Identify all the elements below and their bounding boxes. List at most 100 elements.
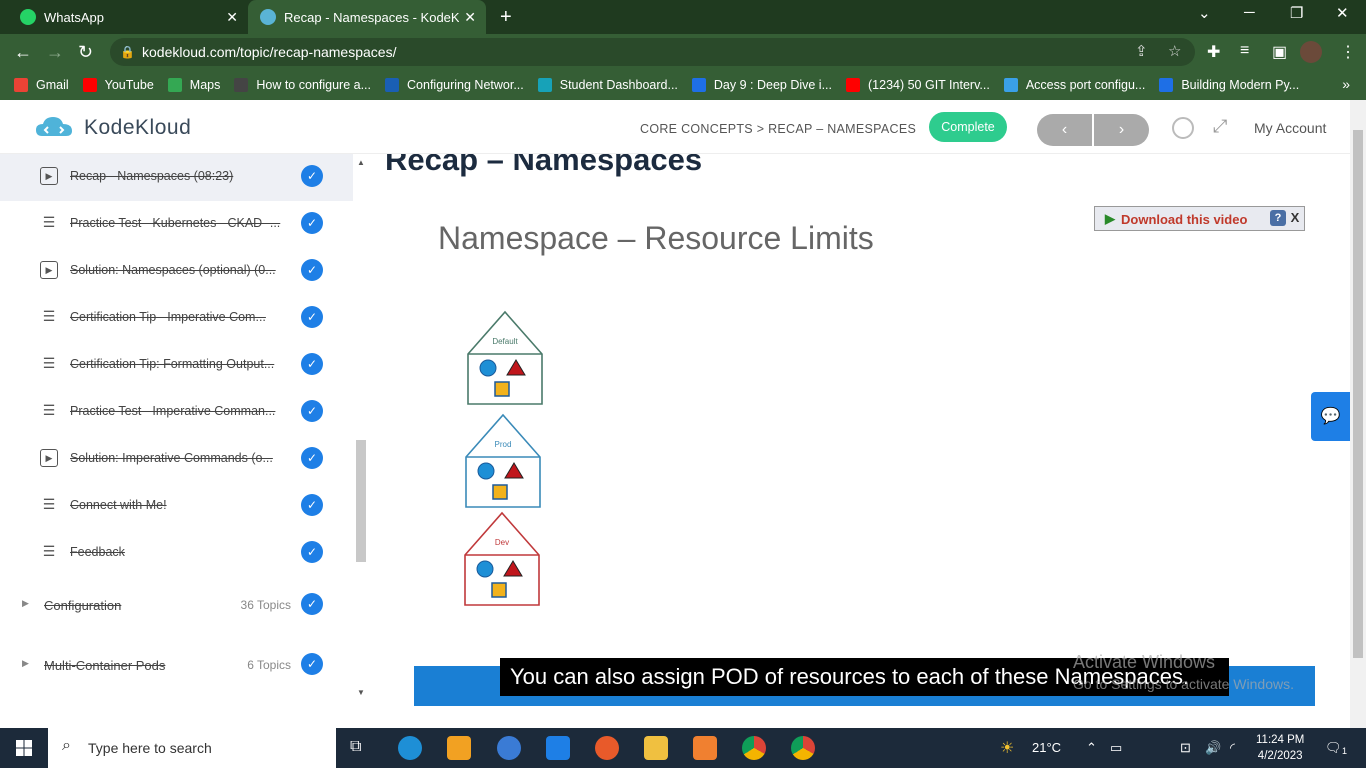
bookmark-star-icon[interactable]: ☆ [1168, 38, 1181, 66]
bookmark-item[interactable]: Day 9 : Deep Dive i... [691, 78, 832, 92]
sidebar-lesson-item[interactable]: ▶ Recap - Namespaces (08:23) ✓ [0, 154, 353, 201]
sidebar-scroll-thumb[interactable] [356, 440, 366, 562]
fullscreen-icon[interactable]: ⤢ [1213, 116, 1227, 137]
bookmark-item[interactable]: Student Dashboard... [537, 78, 678, 92]
sidebar-section[interactable]: ▶ Configuration 36 Topics ✓ [0, 584, 353, 634]
lesson-label: Connect with Me! [70, 498, 167, 512]
lesson-label: Certification Tip: Formatting Output... [70, 357, 275, 371]
close-window-icon[interactable]: ✕ [1336, 4, 1349, 22]
browser-toolbar: ← → ↻ 🔒 kodekloud.com/topic/recap-namesp… [0, 34, 1366, 70]
chat-button[interactable]: 💬 [1311, 392, 1350, 441]
edge-icon[interactable] [398, 736, 422, 760]
bookmark-label: Configuring Networ... [407, 78, 524, 92]
breadcrumb: CORE CONCEPTS > RECAP – NAMESPACES [640, 122, 917, 136]
previous-topic-button[interactable]: ‹ [1037, 114, 1092, 146]
expand-triangle-icon[interactable]: ▶ [22, 658, 29, 669]
sidebar-lesson-item[interactable]: ☰ Practice Test - Imperative Comman... ✓ [0, 389, 353, 436]
sidebar-lesson-item[interactable]: ☰ Connect with Me! ✓ [0, 483, 353, 530]
next-topic-button[interactable]: › [1094, 114, 1149, 146]
chrome-profile-icon[interactable] [791, 736, 815, 760]
tab-recap-namespaces[interactable]: Recap - Namespaces - KodeKlou ✕ [248, 0, 486, 34]
taskbar-search[interactable]: ⌕ Type here to search [48, 728, 336, 768]
bookmark-item[interactable]: Gmail [14, 78, 69, 92]
new-tab-button[interactable]: + [500, 6, 512, 29]
scroll-up-arrow-icon[interactable]: ▲ [357, 158, 365, 167]
close-icon[interactable]: X [1288, 210, 1302, 226]
bookmark-item[interactable]: YouTube [82, 78, 154, 92]
bookmark-item[interactable]: Configuring Networ... [385, 78, 524, 92]
windows-taskbar: ⌕ Type here to search ⧉ ☀ 21°C ⌃ ▭ ⊡ 🔊 ◜… [0, 728, 1366, 768]
windows-start-icon[interactable] [16, 740, 32, 756]
notifications-icon[interactable]: 🗨 [1325, 740, 1342, 756]
bookmark-icon [691, 78, 706, 92]
download-video-widget[interactable]: ▶ Download this video ? X [1094, 206, 1305, 231]
share-icon[interactable]: ⇪ [1135, 38, 1148, 66]
bookmark-item[interactable]: How to configure a... [234, 78, 371, 92]
scroll-down-arrow-icon[interactable]: ▼ [357, 688, 365, 697]
profile-avatar[interactable] [1300, 41, 1322, 63]
tray-expand-icon[interactable]: ⌃ [1086, 740, 1097, 756]
slide-title: Namespace – Resource Limits [438, 220, 874, 256]
sidebar-scrollbar[interactable]: ▲ ▼ [353, 154, 370, 728]
completed-check-icon: ✓ [301, 353, 323, 375]
app-icon[interactable] [497, 736, 521, 760]
restore-icon[interactable]: ❐ [1290, 4, 1303, 22]
sidebar-lesson-item[interactable]: ▶ Solution: Namespaces (optional) (0... ✓ [0, 248, 353, 295]
tab-whatsapp[interactable]: WhatsApp ✕ [8, 0, 248, 34]
forward-icon[interactable]: → [46, 42, 64, 63]
tab-search-icon[interactable]: ⌄ [1198, 4, 1211, 22]
sidebar-lesson-item[interactable]: ☰ Certification Tip: Formatting Output...… [0, 342, 353, 389]
sidebar-lesson-item[interactable]: ▶ Solution: Imperative Commands (o... ✓ [0, 436, 353, 483]
page-scrollbar[interactable] [1350, 100, 1366, 728]
kodekloud-logo-icon[interactable] [34, 114, 74, 142]
mail-icon[interactable] [546, 736, 570, 760]
wifi-icon[interactable]: ◜ [1230, 740, 1235, 756]
battery-icon[interactable]: ▭ [1110, 740, 1122, 756]
address-bar[interactable]: 🔒 kodekloud.com/topic/recap-namespaces/ … [110, 38, 1195, 66]
back-icon[interactable]: ← [14, 42, 32, 63]
chrome-icon[interactable] [742, 736, 766, 760]
page-scroll-thumb[interactable] [1353, 130, 1363, 658]
minimize-icon[interactable]: ─ [1244, 4, 1255, 21]
weather-temp[interactable]: 21°C [1032, 740, 1061, 755]
close-tab-icon[interactable]: ✕ [464, 9, 476, 26]
side-panel-icon[interactable]: ▣ [1272, 42, 1287, 62]
menu-icon[interactable]: ⋮ [1340, 42, 1356, 62]
house-label: Prod [494, 440, 512, 449]
bookmark-label: Student Dashboard... [559, 78, 678, 92]
my-account-link[interactable]: My Account [1254, 120, 1326, 136]
volume-icon[interactable]: 🔊 [1205, 740, 1221, 756]
sidebar-section[interactable]: ▶ Multi-Container Pods 6 Topics ✓ [0, 644, 353, 694]
more-bookmarks-icon[interactable]: » [1342, 76, 1350, 92]
settings-app-icon[interactable] [693, 736, 717, 760]
extensions-icon[interactable]: ✚ [1207, 42, 1220, 62]
bookmark-item[interactable]: Maps [167, 78, 220, 92]
sidebar-lesson-item[interactable]: ☰ Practice Test - Kubernetes - CKAD -... ✓ [0, 201, 353, 248]
network-icon[interactable]: ⊡ [1180, 740, 1191, 756]
bookmark-icon [1159, 78, 1174, 92]
complete-button[interactable]: Complete [929, 112, 1007, 142]
bookmark-label: Access port configu... [1025, 78, 1146, 92]
weather-icon[interactable]: ☀ [1000, 738, 1014, 758]
bookmark-icon [82, 78, 97, 92]
sidebar-lesson-item[interactable]: ☰ Certification Tip - Imperative Com... ✓ [0, 295, 353, 342]
bookmark-item[interactable]: Building Modern Py... [1159, 78, 1299, 92]
close-tab-icon[interactable]: ✕ [226, 9, 238, 26]
dark-mode-toggle-icon[interactable] [1172, 117, 1194, 139]
expand-triangle-icon[interactable]: ▶ [22, 598, 29, 609]
browser-app-icon[interactable] [595, 736, 619, 760]
reading-list-icon[interactable]: ≡ [1240, 42, 1249, 60]
file-explorer-icon[interactable] [644, 736, 668, 760]
store-icon[interactable] [447, 736, 471, 760]
sidebar-lesson-item[interactable]: ☰ Feedback ✓ [0, 530, 353, 577]
reload-icon[interactable]: ↻ [78, 42, 93, 63]
bookmark-icon [537, 78, 552, 92]
system-clock[interactable]: 11:24 PM 4/2/2023 [1256, 732, 1304, 764]
bookmark-item[interactable]: (1234) 50 GIT Interv... [846, 78, 990, 92]
help-icon[interactable]: ? [1270, 210, 1286, 226]
bookmark-item[interactable]: Access port configu... [1003, 78, 1146, 92]
play-icon: ▶ [1105, 211, 1115, 226]
task-view-icon[interactable]: ⧉ [350, 738, 361, 756]
logo-text[interactable]: KodeKloud [84, 116, 191, 140]
clock-time: 11:24 PM [1256, 734, 1305, 746]
